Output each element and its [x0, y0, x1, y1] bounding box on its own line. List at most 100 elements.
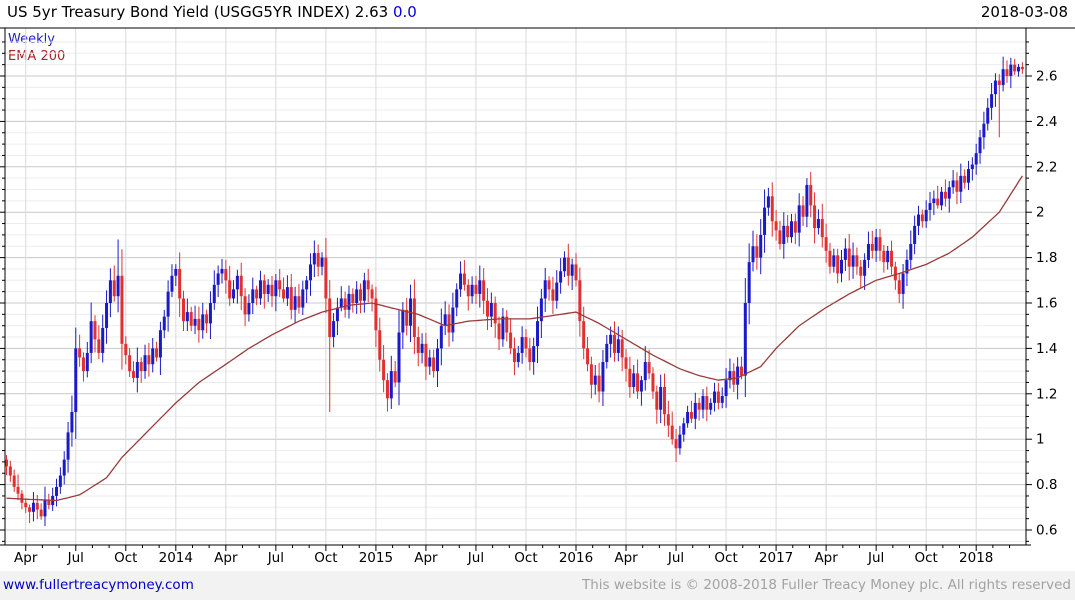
candle-body: [266, 284, 270, 294]
candle-body: [647, 362, 651, 374]
x-tick-label: 2017: [759, 550, 793, 566]
candle-body: [378, 330, 382, 360]
x-tick-label: Apr: [214, 550, 238, 566]
candle-body: [108, 280, 112, 303]
candle-body: [628, 368, 632, 387]
candle-body: [974, 153, 978, 165]
y-tick-label: 0.8: [1036, 477, 1057, 493]
candle-body: [278, 280, 282, 290]
website-link[interactable]: www.fullertreacymoney.com: [3, 577, 194, 593]
x-tick-label: Oct: [114, 550, 137, 566]
candle-body: [447, 314, 451, 333]
candle-body: [470, 284, 474, 297]
candle-body: [305, 280, 309, 290]
candle-body: [43, 500, 47, 517]
candle-body: [774, 221, 778, 231]
candle-body: [116, 275, 120, 297]
candle-body: [312, 253, 316, 265]
candle-body: [886, 250, 890, 263]
candle-body: [909, 243, 913, 260]
candle-body: [85, 352, 89, 372]
candle-body: [66, 432, 70, 460]
candle-body: [270, 284, 274, 297]
x-tick-label: Oct: [714, 550, 737, 566]
candle-body: [655, 391, 659, 410]
candle-body: [347, 293, 351, 310]
candle-body: [162, 316, 166, 331]
candle-body: [943, 191, 947, 199]
candle-body: [28, 507, 32, 512]
candle-body: [920, 214, 924, 222]
candle-body: [509, 332, 513, 349]
candle-body: [978, 137, 982, 154]
candle-body: [901, 273, 905, 294]
candle-body: [258, 280, 262, 299]
candle-body: [643, 362, 647, 381]
candle-body: [78, 348, 82, 358]
candle-body: [466, 284, 470, 297]
candle-body: [81, 357, 85, 372]
candle-body: [970, 164, 974, 170]
candle-body: [397, 332, 401, 383]
candle-body: [489, 303, 493, 317]
candle-body: [216, 273, 220, 285]
candle-body: [20, 493, 24, 503]
x-tick-label: Apr: [814, 550, 838, 566]
candle-body: [924, 209, 928, 222]
candle-body: [208, 303, 212, 324]
candle-body: [847, 248, 851, 267]
candle-body: [432, 357, 436, 372]
candle-body: [870, 243, 874, 251]
candle-body: [693, 402, 697, 419]
candle-body: [139, 362, 143, 372]
candle-body: [763, 207, 767, 235]
candle-body: [339, 298, 343, 308]
candle-body: [501, 316, 505, 340]
candle-body: [516, 352, 520, 363]
candle-body: [928, 203, 932, 210]
y-tick-label: 1.2: [1036, 386, 1057, 402]
candle-body: [536, 321, 540, 347]
candle-body: [478, 280, 482, 294]
candle-body: [936, 198, 940, 206]
candle-body: [878, 237, 882, 251]
candle-body: [193, 318, 197, 326]
candle-body: [97, 339, 101, 353]
x-axis-labels: Apr Jul Oct 2014 Apr Jul Oct 2015 Apr Jul Oct 2016 A…: [14, 550, 993, 566]
candle-body: [605, 343, 609, 363]
candle-body: [632, 373, 636, 387]
candle-body: [135, 362, 139, 378]
candle-body: [1001, 69, 1005, 86]
x-tick-label: Apr: [614, 550, 638, 566]
candle-body: [170, 275, 174, 292]
x-tick-label: Apr: [14, 550, 38, 566]
price-chart[interactable]: 0.6 0.8 1 1.2 1.4 1.6 1.8 2 2.2 2.4 2.6 Apr Jul Oct 20…: [0, 0, 1075, 570]
candle-body: [947, 187, 951, 199]
candle-body: [582, 321, 586, 349]
candle-body: [451, 307, 455, 333]
candle-body: [435, 348, 439, 372]
candle-body: [609, 334, 613, 344]
candle-body: [836, 255, 840, 274]
candle-body: [289, 287, 293, 310]
candle-body: [316, 253, 320, 267]
candle-body: [16, 486, 20, 494]
candle-body: [1009, 64, 1013, 76]
x-tick-label: 2016: [559, 550, 593, 566]
candle-body: [1017, 66, 1021, 72]
candle-body: [182, 298, 186, 322]
candle-body: [351, 293, 355, 303]
x-tick-label: Oct: [314, 550, 337, 566]
candle-body: [967, 169, 970, 183]
candle-body: [663, 386, 667, 415]
candle-body: [185, 312, 189, 322]
candle-body: [93, 321, 97, 340]
candle-body: [986, 107, 990, 124]
candle-body: [228, 280, 232, 299]
y-tick-label: 1: [1036, 432, 1045, 448]
x-tick-label: 2015: [359, 550, 393, 566]
candle-body: [274, 280, 278, 297]
candle-body: [232, 289, 236, 299]
candle-body: [174, 268, 178, 276]
candle-body: [151, 348, 155, 365]
